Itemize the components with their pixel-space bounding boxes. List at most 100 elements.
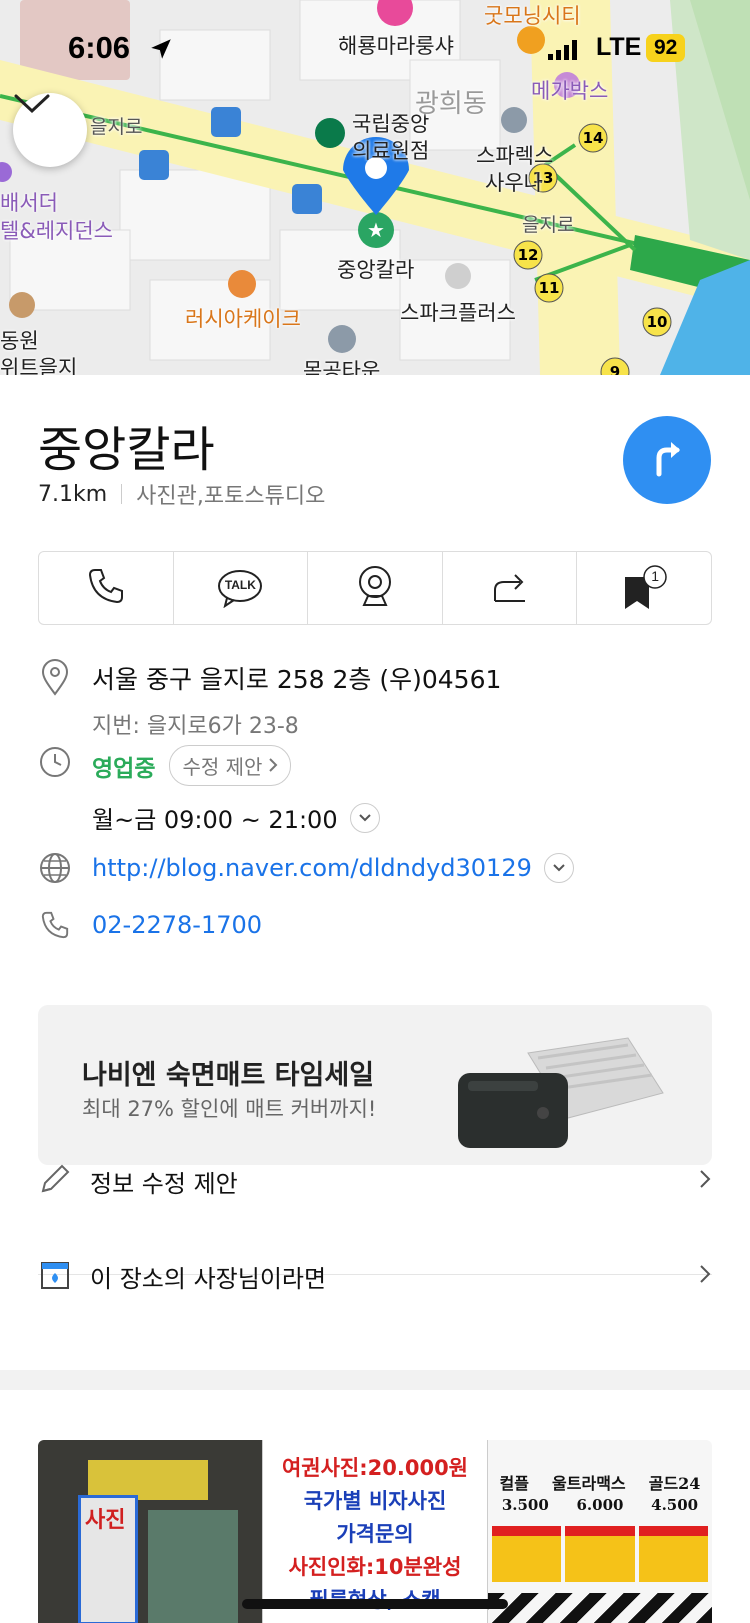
directions-button[interactable] <box>623 416 711 504</box>
subtitle-divider <box>121 484 123 504</box>
map-label-russia-cake[interactable]: 러시아케이크 <box>185 303 301 333</box>
map-view[interactable]: 14 13 12 11 10 9 ★ 해룡마라룽샤 국립중앙 의료원점 굿모닝시… <box>0 0 750 375</box>
homepage-link[interactable]: http://blog.naver.com/dldndyd30129 <box>92 854 532 882</box>
battery-level: 92 <box>646 34 686 62</box>
svg-text:9: 9 <box>610 363 620 375</box>
storefront-sign: 사진 <box>85 1507 126 1532</box>
map-label-gwanghui: 광희동 <box>415 89 487 119</box>
camera-icon <box>355 564 395 613</box>
film-price-3: 4.500 <box>651 1496 699 1514</box>
sign-line-1: 여권사진:20.000원 <box>281 1456 469 1480</box>
map-label-sparex[interactable]: 스파렉스 <box>476 140 553 170</box>
svg-text:10: 10 <box>647 313 668 331</box>
map-label-euljiro-left[interactable]: 위트을지 <box>0 352 77 375</box>
zebra-pattern <box>488 1593 712 1623</box>
place-name: 중앙칼라 <box>38 422 215 478</box>
photo-film-prices[interactable]: 컬플 울트라맥스 골드24 3.500 6.000 4.500 <box>488 1440 712 1623</box>
home-indicator[interactable] <box>242 1599 508 1609</box>
homepage-row: http://blog.naver.com/dldndyd30129 <box>38 851 574 885</box>
clock-icon <box>38 745 72 779</box>
ad-description: 최대 27% 할인에 매트 커버까지! <box>82 1097 377 1121</box>
bookmark-icon: 1 <box>619 565 669 611</box>
sign-line-4: 사진인화:10분완성 <box>288 1555 462 1579</box>
film-name-2: 울트라맥스 <box>552 1474 626 1493</box>
place-category: 사진관,포토스튜디오 <box>136 484 326 509</box>
place-distance: 7.1km <box>38 481 108 507</box>
film-price-2: 6.000 <box>576 1496 624 1514</box>
status-bar: 6:06 LTE 92 <box>0 30 750 70</box>
phone-small-icon <box>38 908 72 942</box>
map-label-spark-plus[interactable]: 스파크플러스 <box>400 297 516 327</box>
svg-text:14: 14 <box>583 129 604 147</box>
phone-row: 02-2278-1700 <box>38 908 262 942</box>
hours-line[interactable]: 월~금 09:00 ~ 21:00 <box>92 800 380 835</box>
store-icon <box>38 1257 72 1296</box>
place-detail-sheet: 중앙칼라 7.1km 사진관,포토스튜디오 TALK 1 서울 중구 을지로 2… <box>0 375 750 1623</box>
svg-text:★: ★ <box>367 218 385 242</box>
photo-storefront[interactable]: 사진 <box>38 1440 262 1623</box>
location-pin-icon <box>38 659 72 696</box>
suggest-info-label: 정보 수정 제안 <box>90 1169 238 1198</box>
section-gap <box>0 1370 750 1390</box>
chevron-right-icon <box>268 754 278 778</box>
talk-label: TALK <box>224 578 256 592</box>
chevron-right-icon <box>698 1168 712 1195</box>
svg-text:11: 11 <box>539 279 560 297</box>
share-icon <box>490 566 530 611</box>
suggest-info-edit-row[interactable]: 정보 수정 제안 <box>38 1133 712 1229</box>
phone-icon <box>85 565 127 612</box>
map-label-good-morning[interactable]: 굿모닝시티 <box>484 0 581 30</box>
pencil-icon <box>38 1162 72 1201</box>
svg-text:12: 12 <box>518 246 539 264</box>
expand-hours-icon[interactable] <box>349 802 380 833</box>
network-type: LTE <box>596 33 642 61</box>
map-label-euljiro1: 을지로 <box>90 116 143 138</box>
map-label-residence2[interactable]: 텔&레지던스 <box>0 215 113 245</box>
owner-label: 이 장소의 사장님이라면 <box>90 1264 327 1293</box>
suggest-hours-edit-button[interactable]: 수정 제안 <box>169 745 292 786</box>
hours-row: 영업중 수정 제안 월~금 09:00 ~ 21:00 <box>38 745 380 835</box>
address-row: 서울 중구 을지로 258 2층 (우)04561 지번: 을지로6가 23-8 <box>38 659 501 740</box>
open-status: 영업중 <box>92 755 156 782</box>
suggest-edit-label: 수정 제안 <box>182 755 263 779</box>
share-button[interactable] <box>443 552 578 624</box>
save-count-badge: 1 <box>651 568 660 584</box>
sign-line-3: 가격문의 <box>336 1522 414 1546</box>
hours-text: 월~금 09:00 ~ 21:00 <box>92 806 338 834</box>
sign-line-2: 국가별 비자사진 <box>303 1489 447 1513</box>
collapse-sheet-button[interactable] <box>13 93 87 167</box>
call-button[interactable] <box>39 552 174 624</box>
photo-strip[interactable]: 사진 여권사진:20.000원 국가별 비자사진 가격문의 사진인화:10분완성… <box>38 1440 712 1623</box>
map-label-megabox[interactable]: 메가박스 <box>531 75 608 105</box>
lot-address-text: 지번: 을지로6가 23-8 <box>92 714 299 739</box>
phone-link[interactable]: 02-2278-1700 <box>92 911 262 939</box>
photo-price-sign[interactable]: 여권사진:20.000원 국가별 비자사진 가격문의 사진인화:10분완성 필름… <box>262 1440 488 1623</box>
expand-homepage-icon[interactable] <box>543 853 574 883</box>
action-bar: TALK 1 <box>38 551 712 625</box>
map-label-sparex2[interactable]: 사우나 <box>485 167 543 197</box>
map-label-residence[interactable]: 배서더 <box>0 187 58 217</box>
owner-row[interactable]: 이 장소의 사장님이라면 <box>38 1228 712 1324</box>
film-boxes <box>488 1514 712 1582</box>
map-label-town[interactable]: 목공타운 <box>303 355 380 375</box>
film-price-1: 3.500 <box>501 1496 549 1514</box>
ad-title: 나비엔 숙면매트 타임세일 <box>82 1060 375 1091</box>
address-text[interactable]: 서울 중구 을지로 258 2층 (우)04561 <box>92 660 501 696</box>
map-label-place[interactable]: 중앙칼라 <box>337 254 414 284</box>
place-subtitle: 7.1km 사진관,포토스튜디오 <box>38 478 325 510</box>
map-label-euljiro2: 을지로 <box>522 214 575 236</box>
talk-bubble-icon: TALK <box>217 568 263 608</box>
roadview-button[interactable] <box>308 552 443 624</box>
storefront-board: 사진 <box>78 1495 138 1623</box>
map-label-museum2[interactable]: 의료원점 <box>352 135 429 165</box>
map-label-dongwon[interactable]: 동원 <box>0 325 39 355</box>
chevron-right-icon <box>698 1263 712 1290</box>
talk-button[interactable]: TALK <box>174 552 309 624</box>
status-time: 6:06 <box>68 30 131 65</box>
storefront-door <box>148 1510 238 1623</box>
save-button[interactable]: 1 <box>577 552 711 624</box>
film-name-3: 골드24 <box>648 1474 701 1493</box>
directions-arrow-icon <box>645 436 689 485</box>
storefront-sign-bg <box>88 1460 208 1500</box>
film-name-1: 컬플 <box>499 1474 529 1493</box>
